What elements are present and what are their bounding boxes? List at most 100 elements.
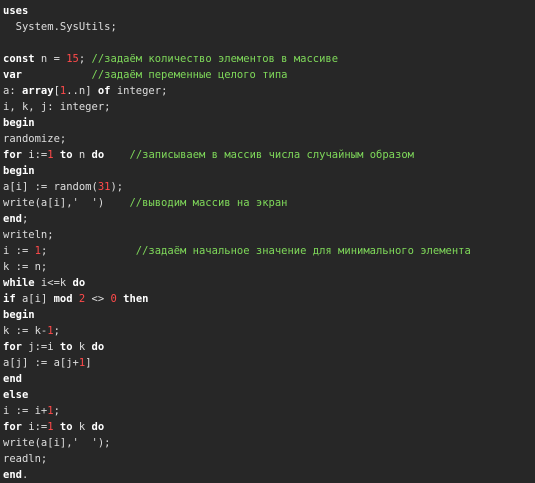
comment-token: //задаём начальное значение для минималь… — [135, 245, 471, 257]
string-literal-token: ' ' — [72, 437, 98, 449]
keyword-token: array — [21, 85, 54, 97]
code-text-token: ); — [97, 437, 111, 449]
keyword-token: for — [3, 149, 22, 161]
code-line: var //задаём переменные целого типа — [3, 67, 471, 83]
code-text-token: k — [72, 421, 92, 433]
keyword-token: to — [59, 421, 73, 433]
code-text-token: ; — [40, 245, 136, 257]
keyword-token: then — [123, 293, 149, 305]
code-line: a[j] := a[j+1] — [3, 355, 471, 371]
code-text-token: integer; — [110, 85, 168, 97]
code-text-token: k := k- — [3, 325, 48, 337]
code-line: begin — [3, 115, 471, 131]
code-text-token: write(a[i], — [3, 197, 73, 209]
code-line: i := 1; //задаём начальное значение для … — [3, 243, 471, 259]
code-line: begin — [3, 307, 471, 323]
keyword-token: else — [3, 389, 29, 401]
code-text-token: k := n; — [3, 261, 48, 273]
code-line: a: array[1..n] of integer; — [3, 83, 471, 99]
string-literal-token: ' ' — [72, 197, 98, 209]
keyword-token: for — [3, 341, 22, 353]
code-text-token: writeln; — [3, 229, 54, 241]
code-editor[interactable]: uses System.SysUtils; const n = 15; //зад… — [0, 0, 535, 483]
code-text-token: a: — [3, 85, 22, 97]
code-line: uses — [3, 3, 471, 19]
code-line: end. — [3, 467, 471, 483]
code-text-area[interactable]: uses System.SysUtils; const n = 15; //зад… — [3, 3, 471, 483]
keyword-token: begin — [3, 165, 35, 177]
code-text-token: a[i] — [15, 293, 54, 305]
code-line: const n = 15; //задаём количество элемен… — [3, 51, 471, 67]
code-line: i := i+1; — [3, 403, 471, 419]
keyword-token: end — [3, 469, 22, 481]
code-line: end — [3, 371, 471, 387]
code-line: write(a[i],' ') //выводим массив на экра… — [3, 195, 471, 211]
code-line: System.SysUtils; — [3, 19, 471, 35]
comment-token: //записываем в массив числа случайным об… — [129, 149, 414, 161]
code-line: else — [3, 387, 471, 403]
code-line: for j:=i to k do — [3, 339, 471, 355]
code-text-token: n = — [34, 53, 67, 65]
code-text-token: ; — [78, 53, 92, 65]
code-text-token: System.SysUtils; — [3, 21, 117, 33]
code-text-token: ; — [53, 405, 60, 417]
code-text-token: i:= — [21, 149, 48, 161]
code-text-token: . — [21, 469, 29, 481]
code-text-token: ; — [53, 325, 60, 337]
code-line: for i:=1 to k do — [3, 419, 471, 435]
keyword-token: for — [3, 421, 22, 433]
code-line: randomize; — [3, 131, 471, 147]
keyword-token: begin — [3, 117, 35, 129]
code-text-token: i := — [3, 245, 35, 257]
code-line: write(a[i],' '); — [3, 435, 471, 451]
code-line: k := k-1; — [3, 323, 471, 339]
code-line: readln; — [3, 451, 471, 467]
keyword-token: end — [3, 373, 22, 385]
code-text-token: j:=i — [21, 341, 60, 353]
keyword-token: if — [3, 293, 16, 305]
comment-token: //задаём переменные целого типа — [91, 69, 288, 81]
code-line: writeln; — [3, 227, 471, 243]
code-text-token: i, k, j: integer; — [3, 101, 111, 113]
code-text-token: ..n] — [66, 85, 98, 97]
keyword-token: uses — [3, 5, 29, 17]
code-text-token: n — [72, 149, 92, 161]
code-line: end; — [3, 211, 471, 227]
code-line: for i:=1 to n do //записываем в массив ч… — [3, 147, 471, 163]
code-text-token: i<=k — [34, 277, 73, 289]
code-text-token: readln; — [3, 453, 48, 465]
code-text-token: a[i] := random( — [3, 181, 98, 193]
keyword-token: const — [3, 53, 35, 65]
code-text-token: i:= — [21, 421, 48, 433]
code-text-token: ; — [21, 213, 29, 225]
keyword-token: begin — [3, 309, 35, 321]
code-line: while i<=k do — [3, 275, 471, 291]
keyword-token: end — [3, 213, 22, 225]
code-text-token: i := i+ — [3, 405, 48, 417]
number-literal-token: 31 — [97, 181, 111, 193]
code-text-token: ); — [110, 181, 124, 193]
keyword-token: to — [59, 149, 73, 161]
keyword-token: to — [59, 341, 73, 353]
comment-token: //выводим массив на экран — [129, 197, 288, 209]
code-line: a[i] := random(31); — [3, 179, 471, 195]
code-line: begin — [3, 163, 471, 179]
comment-token: //задаём количество элементов в массиве — [91, 53, 339, 65]
keyword-token: while — [3, 277, 35, 289]
keyword-token: var — [3, 69, 22, 81]
code-text-token: ) — [97, 197, 130, 209]
code-text-token: a[j] := a[j+ — [3, 357, 79, 369]
code-line: if a[i] mod 2 <> 0 then — [3, 291, 471, 307]
code-text-token: write(a[i], — [3, 437, 73, 449]
code-line: k := n; — [3, 259, 471, 275]
code-text-token: randomize; — [3, 133, 67, 145]
number-literal-token: 15 — [66, 53, 79, 65]
keyword-token: do — [72, 277, 86, 289]
keyword-token: do — [91, 149, 105, 161]
code-text-token: <> — [85, 293, 111, 305]
code-line: i, k, j: integer; — [3, 99, 471, 115]
keyword-token: of — [97, 85, 111, 97]
